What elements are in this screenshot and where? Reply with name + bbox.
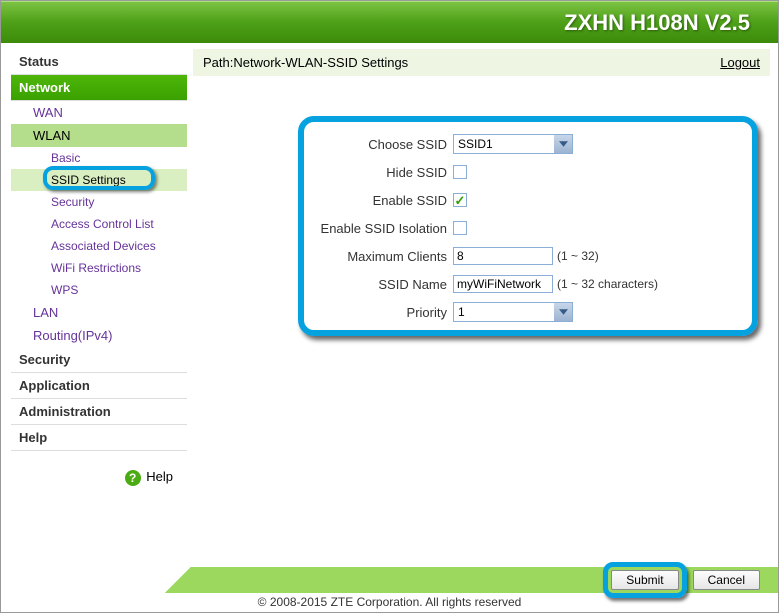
device-title: ZXHN H108N V2.5 — [564, 10, 750, 36]
sidebar-item-application[interactable]: Application — [11, 373, 187, 399]
header: ZXHN H108N V2.5 — [1, 1, 778, 43]
choose-ssid-select[interactable]: SSID1 — [453, 134, 573, 154]
sidebar-item-help[interactable]: Help — [11, 425, 187, 451]
sidebar-sub2-wifi-restrict[interactable]: WiFi Restrictions — [11, 257, 187, 279]
sidebar-item-administration[interactable]: Administration — [11, 399, 187, 425]
form-area: Choose SSID SSID1 Hide SSID Enable SSID — [193, 76, 770, 567]
sidebar-sub2-ssid-settings[interactable]: SSID Settings — [11, 169, 187, 191]
sidebar-sub2-assoc[interactable]: Associated Devices — [11, 235, 187, 257]
sidebar-sub-lan[interactable]: LAN — [11, 301, 187, 324]
sidebar-item-security[interactable]: Security — [11, 347, 187, 373]
priority-select[interactable]: 1 — [453, 302, 573, 322]
footer: Submit Cancel © 2008-2015 ZTE Corporatio… — [1, 567, 778, 611]
cancel-button[interactable]: Cancel — [693, 570, 760, 590]
breadcrumb-bar: Path:Network-WLAN-SSID Settings Logout — [193, 49, 770, 76]
enable-ssid-label: Enable SSID — [193, 193, 453, 208]
sidebar-sub2-ssid-label: SSID Settings — [51, 173, 126, 187]
sidebar-item-network[interactable]: Network — [11, 75, 187, 101]
priority-label: Priority — [193, 305, 453, 320]
chevron-down-icon — [554, 303, 572, 321]
breadcrumb: Path:Network-WLAN-SSID Settings — [203, 55, 408, 70]
sidebar-sub2-security[interactable]: Security — [11, 191, 187, 213]
help-label: Help — [146, 469, 173, 484]
ssid-name-input[interactable] — [453, 275, 553, 293]
enable-ssid-checkbox[interactable] — [453, 193, 467, 207]
action-bar: Submit Cancel — [151, 567, 778, 593]
ssid-name-label: SSID Name — [193, 277, 453, 292]
hide-ssid-checkbox[interactable] — [453, 165, 467, 179]
isolation-checkbox[interactable] — [453, 221, 467, 235]
logout-link[interactable]: Logout — [720, 55, 760, 70]
sidebar-sub2-wps[interactable]: WPS — [11, 279, 187, 301]
help-link[interactable]: ? Help — [11, 469, 187, 486]
hide-ssid-label: Hide SSID — [193, 165, 453, 180]
max-clients-label: Maximum Clients — [193, 249, 453, 264]
sidebar-sub-wan[interactable]: WAN — [11, 101, 187, 124]
sidebar-sub2-acl[interactable]: Access Control List — [11, 213, 187, 235]
max-clients-hint: (1 ~ 32) — [557, 249, 599, 263]
ssid-name-hint: (1 ~ 32 characters) — [557, 277, 658, 291]
choose-ssid-value: SSID1 — [458, 137, 493, 151]
help-icon: ? — [125, 470, 141, 486]
submit-button[interactable]: Submit — [611, 570, 678, 590]
sidebar: Status Network WAN WLAN Basic SSID Setti… — [11, 49, 187, 567]
max-clients-input[interactable] — [453, 247, 553, 265]
priority-value: 1 — [458, 305, 465, 319]
copyright-text: © 2008-2015 ZTE Corporation. All rights … — [1, 595, 778, 609]
sidebar-sub-routing[interactable]: Routing(IPv4) — [11, 324, 187, 347]
sidebar-sub2-basic[interactable]: Basic — [11, 147, 187, 169]
sidebar-sub-wlan[interactable]: WLAN — [11, 124, 187, 147]
sidebar-item-status[interactable]: Status — [11, 49, 187, 75]
isolation-label: Enable SSID Isolation — [193, 221, 453, 236]
choose-ssid-label: Choose SSID — [193, 137, 453, 152]
chevron-down-icon — [554, 135, 572, 153]
